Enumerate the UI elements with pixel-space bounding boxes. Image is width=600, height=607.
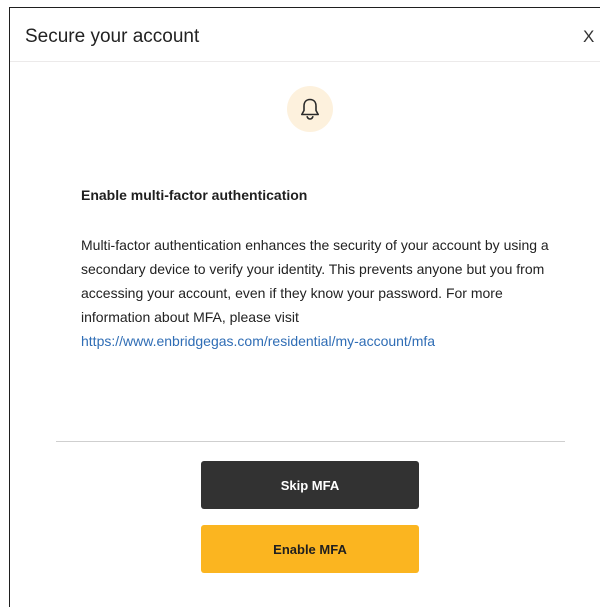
bell-icon	[301, 98, 319, 120]
secure-account-dialog: Secure your account X Enable multi-facto…	[9, 7, 600, 607]
bell-icon-badge	[287, 86, 333, 132]
mfa-description: Multi-factor authentication enhances the…	[81, 233, 561, 353]
dialog-title: Secure your account	[25, 26, 200, 47]
mfa-heading: Enable multi-factor authentication	[81, 187, 308, 203]
mfa-description-text: Multi-factor authentication enhances the…	[81, 237, 549, 325]
dialog-header: Secure your account X	[10, 8, 600, 62]
mfa-info-link[interactable]: https://www.enbridgegas.com/residential/…	[81, 333, 435, 349]
enable-mfa-button[interactable]: Enable MFA	[201, 525, 419, 573]
skip-mfa-button[interactable]: Skip MFA	[201, 461, 419, 509]
divider	[56, 441, 565, 442]
close-icon[interactable]: X	[583, 27, 594, 47]
